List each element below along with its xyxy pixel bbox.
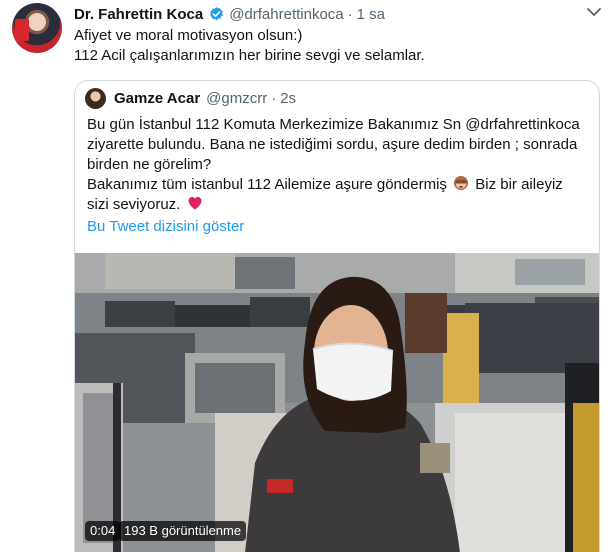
quoted-tweet-timestamp[interactable]: 2s	[280, 90, 296, 107]
see-no-evil-monkey-icon	[454, 176, 469, 190]
red-heart-icon	[188, 197, 202, 210]
tweet-text-line: Afiyet ve moral motivasyon olsun:)	[74, 27, 303, 44]
show-thread-link[interactable]: Bu Tweet dizisini göster	[87, 218, 244, 235]
quoted-text-line: Bu gün İstanbul 112 Komuta Merkezimize B…	[87, 116, 580, 133]
quoted-text-line: ziyarette bulundu. Bana ne istediğimi so…	[87, 136, 578, 153]
tweet[interactable]: Dr. Fahrettin Koca @drfahrettinkoca · 1 …	[0, 0, 616, 552]
tweet-timestamp[interactable]: 1 sa	[357, 6, 385, 23]
tweet-text: Afiyet ve moral motivasyon olsun:) 112 A…	[74, 26, 604, 66]
video-player[interactable]: 0:04 193 B görüntülenme	[75, 253, 599, 552]
quoted-tweet[interactable]: Gamze Acar @gmzcrr · 2s Bu gün İstanbul …	[74, 80, 600, 552]
video-frame	[75, 253, 599, 552]
quoted-author-avatar[interactable]	[85, 87, 106, 109]
quoted-text-line: Bakanımız tüm istanbul 112 Ailemize aşur…	[87, 175, 592, 195]
quoted-author-handle[interactable]: @gmzcrr	[206, 90, 267, 107]
quoted-text-line: sizi seviyoruz.	[87, 195, 592, 215]
tweet-text-line: 112 Acil çalışanlarımızın her birine sev…	[74, 47, 425, 64]
tweet-header: Dr. Fahrettin Koca @drfahrettinkoca · 1 …	[74, 3, 385, 25]
chevron-down-icon[interactable]	[586, 6, 602, 18]
quoted-tweet-header: Gamze Acar @gmzcrr · 2s	[85, 87, 296, 109]
quoted-text-segment: sizi seviyoruz.	[87, 196, 181, 213]
flag-icon	[15, 19, 29, 41]
quoted-text-line: birden ne görelim?	[87, 156, 212, 173]
separator-dot: ·	[271, 89, 277, 107]
video-view-count: 193 B görüntülenme	[119, 521, 247, 541]
quoted-text-segment: Bakanımız tüm istanbul 112 Ailemize aşur…	[87, 176, 447, 193]
author-avatar[interactable]	[12, 3, 62, 53]
verified-badge-icon	[210, 6, 224, 20]
video-duration: 0:04	[85, 521, 121, 541]
author-name[interactable]: Dr. Fahrettin Koca	[74, 6, 203, 23]
quoted-author-name[interactable]: Gamze Acar	[114, 90, 200, 107]
separator-dot: ·	[347, 5, 353, 23]
quoted-tweet-text: Bu gün İstanbul 112 Komuta Merkezimize B…	[87, 115, 592, 215]
quoted-text-segment: Biz bir aileyiz	[475, 176, 563, 193]
author-handle[interactable]: @drfahrettinkoca	[229, 6, 343, 23]
